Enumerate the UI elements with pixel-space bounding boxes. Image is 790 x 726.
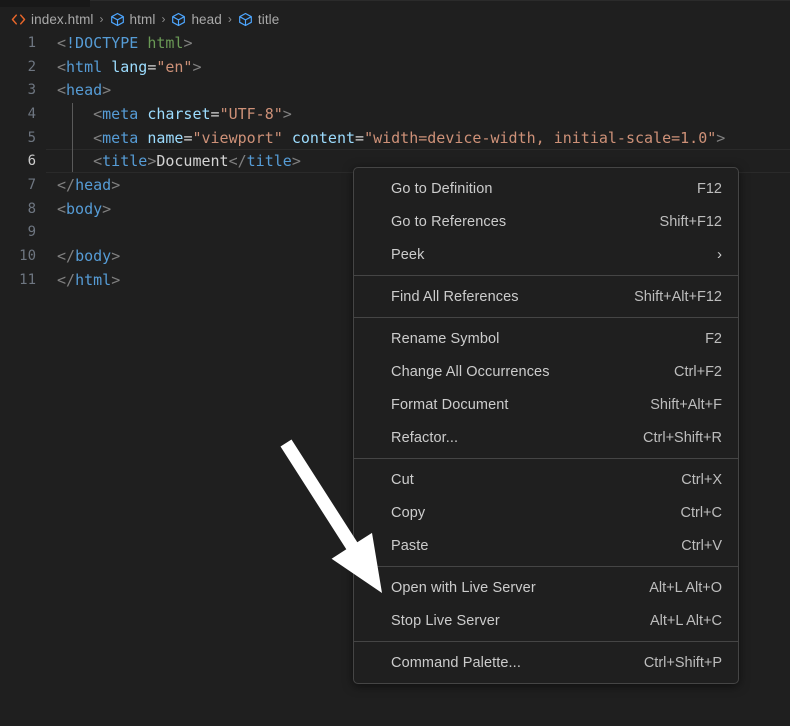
symbol-cube-icon [110,12,125,27]
menu-item-shortcut: Ctrl+Shift+R [643,429,722,446]
menu-item-label: Rename Symbol [391,330,500,347]
breadcrumb-item-head[interactable]: head [169,12,223,27]
tab-bar-active-strip [90,0,790,7]
breadcrumb: index.html › html › head › title [0,7,790,31]
menu-item-rename-symbol[interactable]: Rename Symbol F2 [354,322,738,355]
menu-item-shortcut: Ctrl+X [681,471,722,488]
code-text: <html lang="en"> [57,57,202,76]
code-line[interactable]: 5 <meta name="viewport" content="width=d… [0,126,790,150]
menu-item-shortcut: Shift+Alt+F [650,396,722,413]
menu-item-label: Change All Occurrences [391,363,550,380]
line-number: 10 [19,248,36,265]
code-text: <meta charset="UTF-8"> [93,104,292,123]
line-number: 7 [27,176,36,193]
code-text: <meta name="viewport" content="width=dev… [93,128,726,147]
menu-item-label: Command Palette... [391,654,521,671]
menu-item-label: Peek [391,246,425,263]
chevron-right-icon: › [717,246,722,263]
code-text: <!DOCTYPE html> [57,33,193,52]
code-text: <title>Document</title> [93,152,301,171]
menu-item-shortcut: F2 [705,330,722,347]
breadcrumb-item-label: head [191,11,222,27]
line-number: 1 [27,34,36,51]
menu-item-format-document[interactable]: Format Document Shift+Alt+F [354,388,738,421]
code-line-content[interactable]: <meta charset="UTF-8"> [46,102,790,126]
line-number: 5 [27,129,36,146]
menu-item-find-all-references[interactable]: Find All References Shift+Alt+F12 [354,280,738,313]
line-number: 4 [27,105,36,122]
code-line[interactable]: 2 <html lang="en"> [0,55,790,79]
menu-item-label: Refactor... [391,429,459,446]
code-line-content[interactable]: <html lang="en"> [46,55,790,79]
menu-item-label: Copy [391,504,426,521]
menu-item-shortcut: Ctrl+V [681,537,722,554]
menu-item-peek[interactable]: Peek › [354,238,738,271]
menu-item-label: Find All References [391,288,519,305]
menu-item-label: Paste [391,537,429,554]
line-number: 8 [27,200,36,217]
menu-separator [354,458,738,459]
menu-item-label: Stop Live Server [391,612,500,629]
menu-item-cut[interactable]: Cut Ctrl+X [354,463,738,496]
line-number: 6 [27,153,36,170]
code-line-content[interactable]: <!DOCTYPE html> [46,31,790,55]
vscode-editor-window: index.html › html › head › title 1 <!DOCTYPE ht… [0,0,790,726]
menu-item-shortcut: Alt+L Alt+C [649,612,722,629]
menu-item-command-palette[interactable]: Command Palette... Ctrl+Shift+P [354,646,738,679]
code-line[interactable]: 1 <!DOCTYPE html> [0,31,790,55]
code-line-content[interactable]: <meta name="viewport" content="width=dev… [46,126,790,150]
breadcrumb-item-index-html[interactable]: index.html [9,12,96,27]
menu-item-refactor[interactable]: Refactor... Ctrl+Shift+R [354,421,738,454]
menu-item-shortcut: Ctrl+C [680,504,723,521]
code-line[interactable]: 3 <head> [0,78,790,102]
menu-separator [354,641,738,642]
line-number: 2 [27,58,36,75]
symbol-cube-icon [171,12,186,27]
menu-item-copy[interactable]: Copy Ctrl+C [354,496,738,529]
menu-item-shortcut: F12 [697,180,722,197]
menu-item-label: Format Document [391,396,509,413]
menu-item-label: Cut [391,471,414,488]
code-text: </body> [57,247,121,266]
breadcrumb-item-label: index.html [31,11,94,27]
menu-item-shortcut: Shift+Alt+F12 [634,288,722,305]
menu-item-label: Go to Definition [391,180,493,197]
menu-separator [354,275,738,276]
breadcrumb-item-label: title [257,11,280,27]
code-text: </html> [57,270,121,289]
menu-item-shortcut: Alt+L Alt+O [649,579,722,596]
code-line[interactable]: 4 <meta charset="UTF-8"> [0,102,790,126]
menu-item-shortcut: Shift+F12 [659,213,722,230]
menu-item-label: Go to References [391,213,507,230]
menu-item-open-with-live-server[interactable]: Open with Live Server Alt+L Alt+O [354,571,738,604]
line-number: 3 [27,82,36,99]
code-text: <head> [57,81,112,100]
menu-item-label: Open with Live Server [391,579,536,596]
menu-separator [354,566,738,567]
menu-item-shortcut: Ctrl+Shift+P [643,654,722,671]
indent-guide [72,103,73,173]
menu-item-stop-live-server[interactable]: Stop Live Server Alt+L Alt+C [354,604,738,637]
breadcrumb-item-html[interactable]: html [108,12,158,27]
code-file-icon [11,12,26,27]
menu-item-go-to-references[interactable]: Go to References Shift+F12 [354,205,738,238]
breadcrumb-item-label: html [129,11,156,27]
symbol-cube-icon [238,12,253,27]
menu-item-paste[interactable]: Paste Ctrl+V [354,529,738,562]
menu-separator [354,317,738,318]
line-number: 11 [19,271,36,288]
breadcrumb-separator: › [99,12,104,26]
code-text: </head> [57,175,121,194]
line-number: 9 [27,224,36,241]
breadcrumb-separator: › [161,12,166,26]
menu-item-shortcut: Ctrl+F2 [674,363,722,380]
menu-item-go-to-definition[interactable]: Go to Definition F12 [354,172,738,205]
breadcrumb-separator: › [227,12,232,26]
code-line-content[interactable]: <head> [46,78,790,102]
editor-context-menu[interactable]: Go to Definition F12 Go to References Shift… [353,167,739,684]
menu-item-change-all-occurrences[interactable]: Change All Occurrences Ctrl+F2 [354,355,738,388]
breadcrumb-item-title[interactable]: title [236,12,282,27]
code-text: <body> [57,199,112,218]
